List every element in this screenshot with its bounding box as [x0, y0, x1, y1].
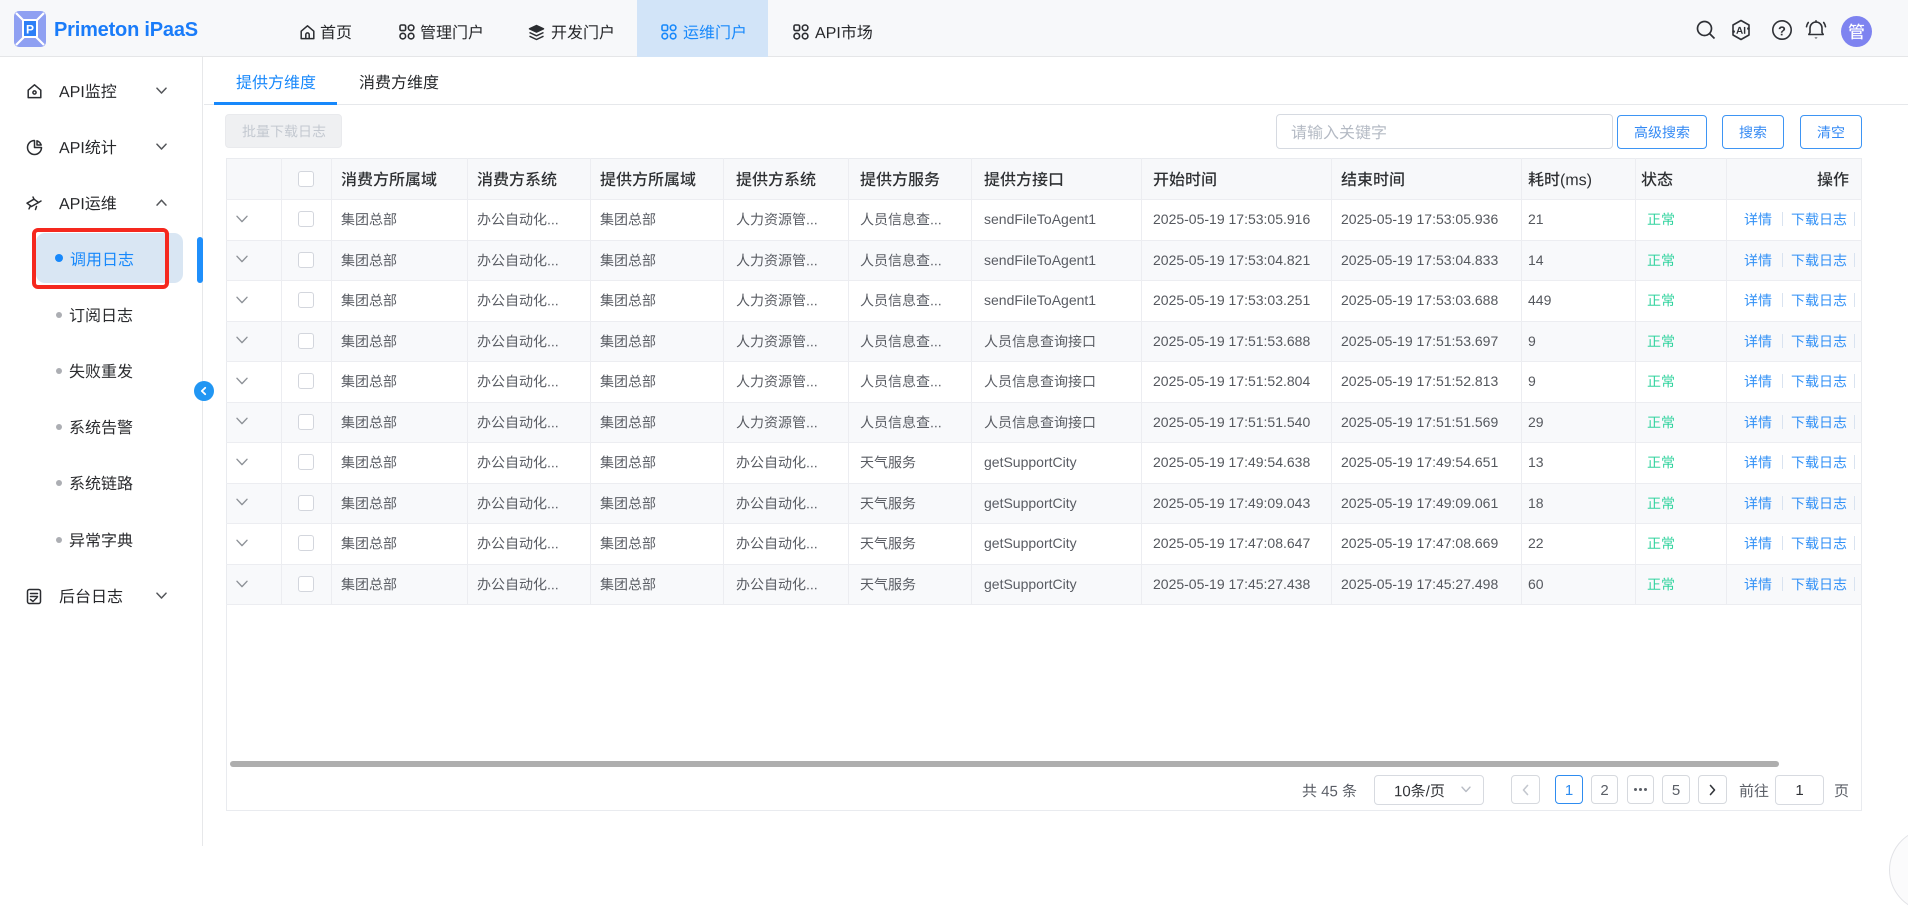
svg-text:P: P	[26, 23, 34, 37]
